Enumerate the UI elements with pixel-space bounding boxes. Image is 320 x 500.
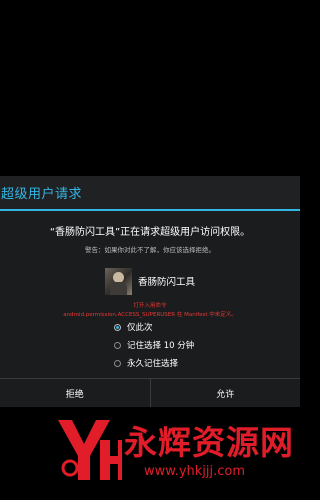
radio-selected-icon[interactable] [114, 323, 121, 331]
option-remember-forever[interactable]: 永久记住选择 [114, 354, 194, 372]
radio-unselected-icon[interactable] [114, 359, 121, 367]
option-label: 记住选择 10 分钟 [127, 341, 195, 351]
option-label: 仅此次 [127, 323, 153, 333]
app-name: 香肠防闪工具 [137, 277, 195, 288]
app-icon [104, 267, 132, 295]
request-warning: 警告：如果你对此不了解，你应该选择拒绝。 [85, 246, 215, 254]
dialog-header: 超级用户请求 [0, 176, 300, 209]
watermark: 永辉资源网 www.yhkjjj.com [52, 410, 293, 488]
allow-button[interactable]: 允许 [149, 379, 301, 407]
deny-button[interactable]: 拒绝 [0, 379, 150, 407]
app-info: 香肠防闪工具 [0, 267, 300, 295]
dialog-button-bar: 拒绝 允许 [0, 378, 300, 407]
option-remember-10min[interactable]: 记住选择 10 分钟 [114, 336, 194, 354]
permission-warning-line1: 打开入用命令 [133, 303, 167, 309]
request-prompt: “香肠防闪工具”正在请求超级用户访问权限。 [49, 227, 251, 238]
superuser-request-dialog: 超级用户请求 “香肠防闪工具”正在请求超级用户访问权限。 警告：如果你对此不了解… [0, 176, 300, 407]
watermark-text: 永辉资源网 [124, 423, 294, 462]
option-label: 永久记住选择 [127, 359, 179, 369]
option-once[interactable]: 仅此次 [114, 318, 194, 336]
permission-warning-line2: android.permission.ACCESS_SUPERUSER 在 Ma… [63, 312, 237, 318]
dialog-title: 超级用户请求 [1, 187, 83, 202]
remember-options: 仅此次 记住选择 10 分钟 永久记住选择 [114, 318, 194, 372]
radio-unselected-icon[interactable] [114, 341, 121, 349]
dialog-divider [0, 209, 300, 211]
watermark-url: www.yhkjjj.com [144, 464, 246, 479]
watermark-logo-icon [58, 420, 122, 480]
